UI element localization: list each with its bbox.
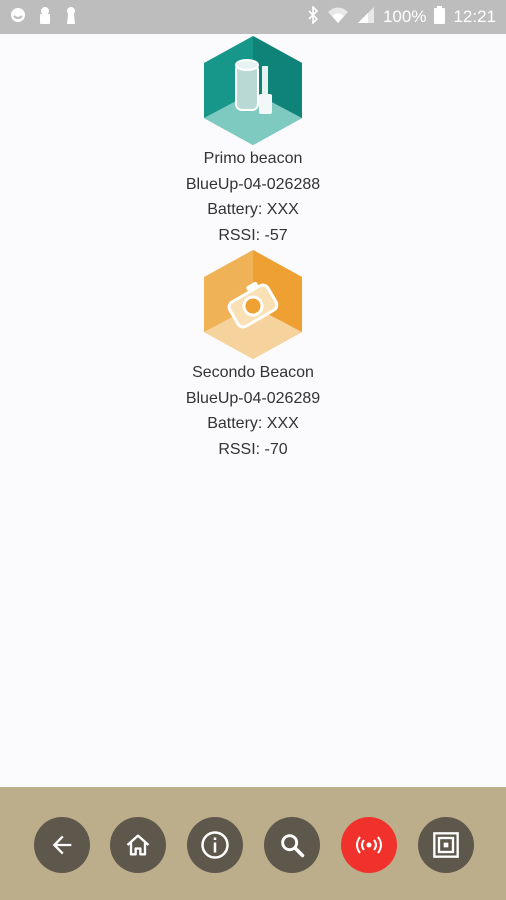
lock-icon <box>38 6 52 29</box>
beacon-name: Secondo Beacon <box>192 364 314 381</box>
beacon-item[interactable]: Secondo Beacon BlueUp-04-026289 Battery:… <box>0 248 506 462</box>
battery-percent: 100% <box>382 7 427 26</box>
broadcast-button[interactable] <box>341 817 397 873</box>
back-icon <box>52 835 72 855</box>
status-left <box>10 6 78 29</box>
beacon-id: BlueUp-04-026288 <box>185 175 321 193</box>
beacon-battery: Battery: XXX <box>207 415 299 432</box>
keyhole-icon <box>64 6 78 29</box>
bottom-nav <box>0 787 506 900</box>
paint-bucket-icon <box>204 36 302 145</box>
qr-frame-button[interactable] <box>418 817 474 873</box>
camera-icon <box>204 250 302 359</box>
status-right: 100% 12:21 <box>307 4 496 29</box>
qr-frame-icon <box>433 832 459 858</box>
status-bar: 100% 12:21 <box>0 0 506 34</box>
beacon-id: BlueUp-04-026289 <box>185 389 321 407</box>
clock: 12:21 <box>453 7 496 26</box>
search-icon <box>281 834 305 858</box>
bluetooth-icon <box>307 4 319 29</box>
beacon-battery: Battery: XXX <box>207 201 299 218</box>
broadcast-icon <box>356 836 382 854</box>
beacon-name: Primo beacon <box>203 150 303 167</box>
battery-icon <box>434 5 446 29</box>
home-icon <box>126 834 150 856</box>
info-icon <box>201 831 229 859</box>
search-button[interactable] <box>264 817 320 873</box>
cell-signal-icon <box>357 6 375 29</box>
beacon-rssi: RSSI: -70 <box>218 440 288 458</box>
notification-icon <box>10 7 26 28</box>
back-button[interactable] <box>34 817 90 873</box>
info-button[interactable] <box>187 817 243 873</box>
beacon-list: Primo beacon BlueUp-04-026288 Battery: X… <box>0 34 506 787</box>
beacon-item[interactable]: Primo beacon BlueUp-04-026288 Battery: X… <box>0 34 506 248</box>
beacon-rssi: RSSI: -57 <box>218 226 288 244</box>
home-button[interactable] <box>110 817 166 873</box>
wifi-icon <box>327 6 349 29</box>
